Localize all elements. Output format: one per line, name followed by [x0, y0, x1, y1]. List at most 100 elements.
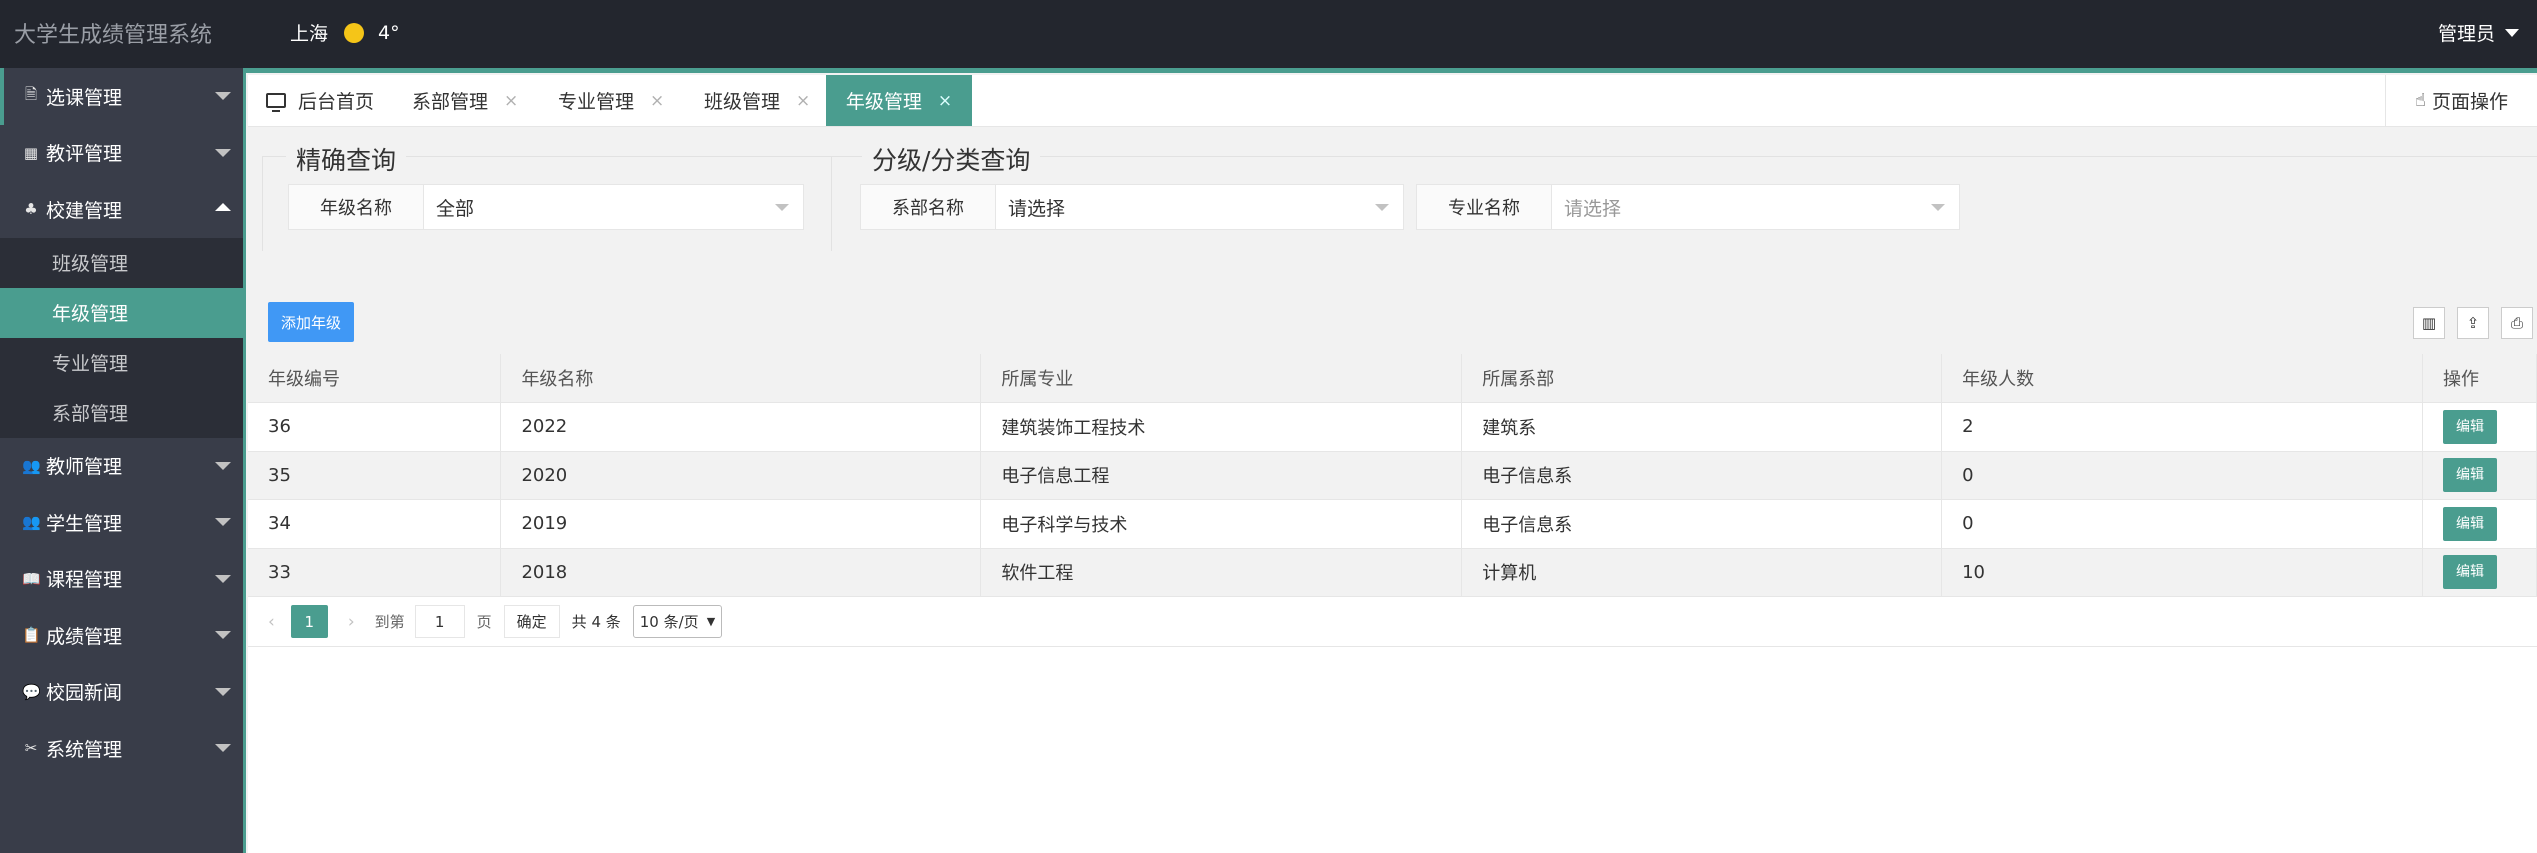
top-header: 大学生成绩管理系统 上海 4° 管理员 — [0, 0, 2537, 68]
major-placeholder: 请选择 — [1564, 197, 1622, 220]
hand-pointer-icon: ☝ — [2415, 90, 2426, 111]
sidebar-item-course-selection[interactable]: 🗎 选课管理 — [0, 68, 243, 125]
cell-name: 2019 — [500, 499, 982, 549]
cell-id: 35 — [248, 451, 502, 500]
goto-confirm-button[interactable]: 确定 — [503, 605, 560, 638]
chevron-down-icon — [215, 574, 231, 583]
chevron-down-icon — [215, 461, 231, 470]
column-header[interactable]: 年级人数 — [1941, 354, 2423, 403]
chevron-down-icon — [1931, 204, 1945, 211]
sidebar-item-label: 选课管理 — [46, 86, 123, 109]
exact-query-title: 精确查询 — [286, 141, 407, 177]
goto-page-input[interactable]: 1 — [414, 605, 465, 638]
column-header[interactable]: 所属专业 — [980, 354, 1463, 403]
columns-icon[interactable]: ▥ — [2413, 307, 2445, 339]
grade-name-label: 年级名称 — [288, 184, 424, 230]
cell-major: 建筑装饰工程技术 — [980, 402, 1463, 452]
chevron-down-icon — [215, 518, 231, 526]
tab-label: 后台首页 — [298, 91, 375, 113]
table-header-row: 年级编号 年级名称 所属专业 所属系部 年级人数 操作 — [248, 354, 2537, 403]
close-icon[interactable]: × — [938, 91, 952, 111]
sidebar-item-system[interactable]: ✂ 系统管理 — [0, 720, 243, 777]
chevron-down-icon — [215, 744, 231, 752]
goto-label: 到第 — [374, 613, 405, 631]
chevron-down-icon — [2505, 28, 2519, 37]
tab-label: 班级管理 — [704, 91, 781, 113]
add-grade-button[interactable]: 添加年级 — [268, 302, 354, 342]
edit-button[interactable]: 编辑 — [2442, 458, 2497, 493]
total-count: 共 4 条 — [571, 613, 621, 631]
page-size-value: 10 条/页 — [639, 613, 699, 631]
table-row: 36 2022 建筑装饰工程技术 建筑系 2 编辑 — [248, 402, 2537, 452]
major-select[interactable]: 请选择 — [1552, 184, 1960, 230]
sidebar-subitem-major[interactable]: 专业管理 — [0, 338, 243, 388]
next-page-icon[interactable]: › — [348, 612, 355, 632]
column-header[interactable]: 所属系部 — [1461, 354, 1943, 403]
print-icon[interactable]: ⎙ — [2501, 307, 2533, 339]
department-select[interactable]: 请选择 — [996, 184, 1404, 230]
column-header[interactable]: 年级名称 — [500, 354, 982, 403]
sidebar-item-label: 系统管理 — [46, 738, 123, 761]
sidebar-item-teaching-evaluation[interactable]: ▦ 教评管理 — [0, 125, 243, 182]
close-icon[interactable]: × — [504, 91, 518, 111]
cell-action: 编辑 — [2422, 548, 2537, 597]
edit-button[interactable]: 编辑 — [2442, 506, 2497, 541]
edit-button[interactable]: 编辑 — [2442, 409, 2497, 444]
prev-page-icon[interactable]: ‹ — [268, 612, 275, 632]
table-toolbar: 添加年级 ▥ ⇪ ⎙ — [248, 290, 2537, 354]
sidebar-item-label: 学生管理 — [46, 512, 123, 535]
sidebar-item-news[interactable]: 💬 校园新闻 — [0, 664, 243, 721]
tab-label: 系部管理 — [412, 91, 489, 113]
cell-action: 编辑 — [2422, 451, 2537, 500]
cell-action: 编辑 — [2422, 402, 2537, 452]
sidebar-item-label: 课程管理 — [46, 569, 123, 592]
edit-button[interactable]: 编辑 — [2442, 555, 2497, 590]
close-icon[interactable]: × — [650, 91, 664, 111]
cell-action: 编辑 — [2422, 499, 2537, 549]
page-operations-button[interactable]: ☝ 页面操作 — [2385, 75, 2537, 126]
grid-icon: ▦ — [23, 143, 39, 162]
chevron-down-icon — [1375, 204, 1389, 211]
grade-name-select[interactable]: 全部 — [424, 184, 804, 230]
chevron-down-icon — [775, 204, 789, 211]
users-icon: 👥 — [22, 456, 41, 475]
cell-major: 电子科学与技术 — [980, 499, 1463, 549]
department-value: 请选择 — [1008, 197, 1066, 220]
column-header[interactable]: 年级编号 — [248, 354, 502, 403]
cell-department: 建筑系 — [1461, 402, 1943, 452]
cell-id: 36 — [248, 402, 502, 452]
chevron-down-icon — [215, 687, 231, 696]
page-size-select[interactable]: 10 条/页 ▼ — [632, 605, 723, 638]
tab-home[interactable]: 后台首页 — [266, 75, 374, 126]
sidebar-item-students[interactable]: 👥 学生管理 — [0, 494, 243, 551]
users-icon: 👥 — [22, 513, 41, 532]
close-icon[interactable]: × — [796, 91, 810, 111]
tab-class[interactable]: 班级管理 × — [704, 75, 810, 126]
weather-temperature: 4° — [378, 21, 400, 44]
sidebar-item-label: 成绩管理 — [46, 625, 123, 648]
monitor-icon — [266, 93, 286, 112]
sidebar-subitem-grade[interactable]: 年级管理 — [0, 287, 243, 338]
chevron-down-icon — [215, 148, 231, 157]
chevron-down-icon: ▼ — [706, 615, 716, 628]
clipboard-icon: 📋 — [22, 626, 41, 645]
sidebar-item-courses[interactable]: 📖 课程管理 — [0, 551, 243, 608]
user-menu[interactable]: 管理员 — [2438, 19, 2519, 46]
sidebar-item-campus-construction[interactable]: ♣ 校建管理 — [0, 181, 243, 238]
tab-grade[interactable]: 年级管理 × — [826, 75, 972, 126]
sidebar-subitem-department[interactable]: 系部管理 — [0, 388, 243, 438]
tab-department[interactable]: 系部管理 × — [412, 75, 518, 126]
export-icon[interactable]: ⇪ — [2457, 307, 2489, 339]
sidebar-subitem-class[interactable]: 班级管理 — [0, 238, 243, 288]
tree-icon: ♣ — [24, 200, 38, 219]
tab-bar: 后台首页 系部管理 × 专业管理 × 班级管理 × 年级管理 × ☝ 页面操作 — [248, 75, 2537, 127]
grade-table: 年级编号 年级名称 所属专业 所属系部 年级人数 操作 36 2022 建筑装饰… — [248, 354, 2537, 597]
sidebar-item-teachers[interactable]: 👥 教师管理 — [0, 438, 243, 495]
page-number-current[interactable]: 1 — [290, 605, 328, 638]
document-icon: 🗎 — [24, 84, 38, 103]
cell-major: 软件工程 — [980, 548, 1463, 597]
sidebar-item-grades[interactable]: 📋 成绩管理 — [0, 607, 243, 664]
tab-major[interactable]: 专业管理 × — [558, 75, 664, 126]
chevron-down-icon — [215, 631, 231, 639]
chevron-down-icon — [215, 92, 231, 100]
